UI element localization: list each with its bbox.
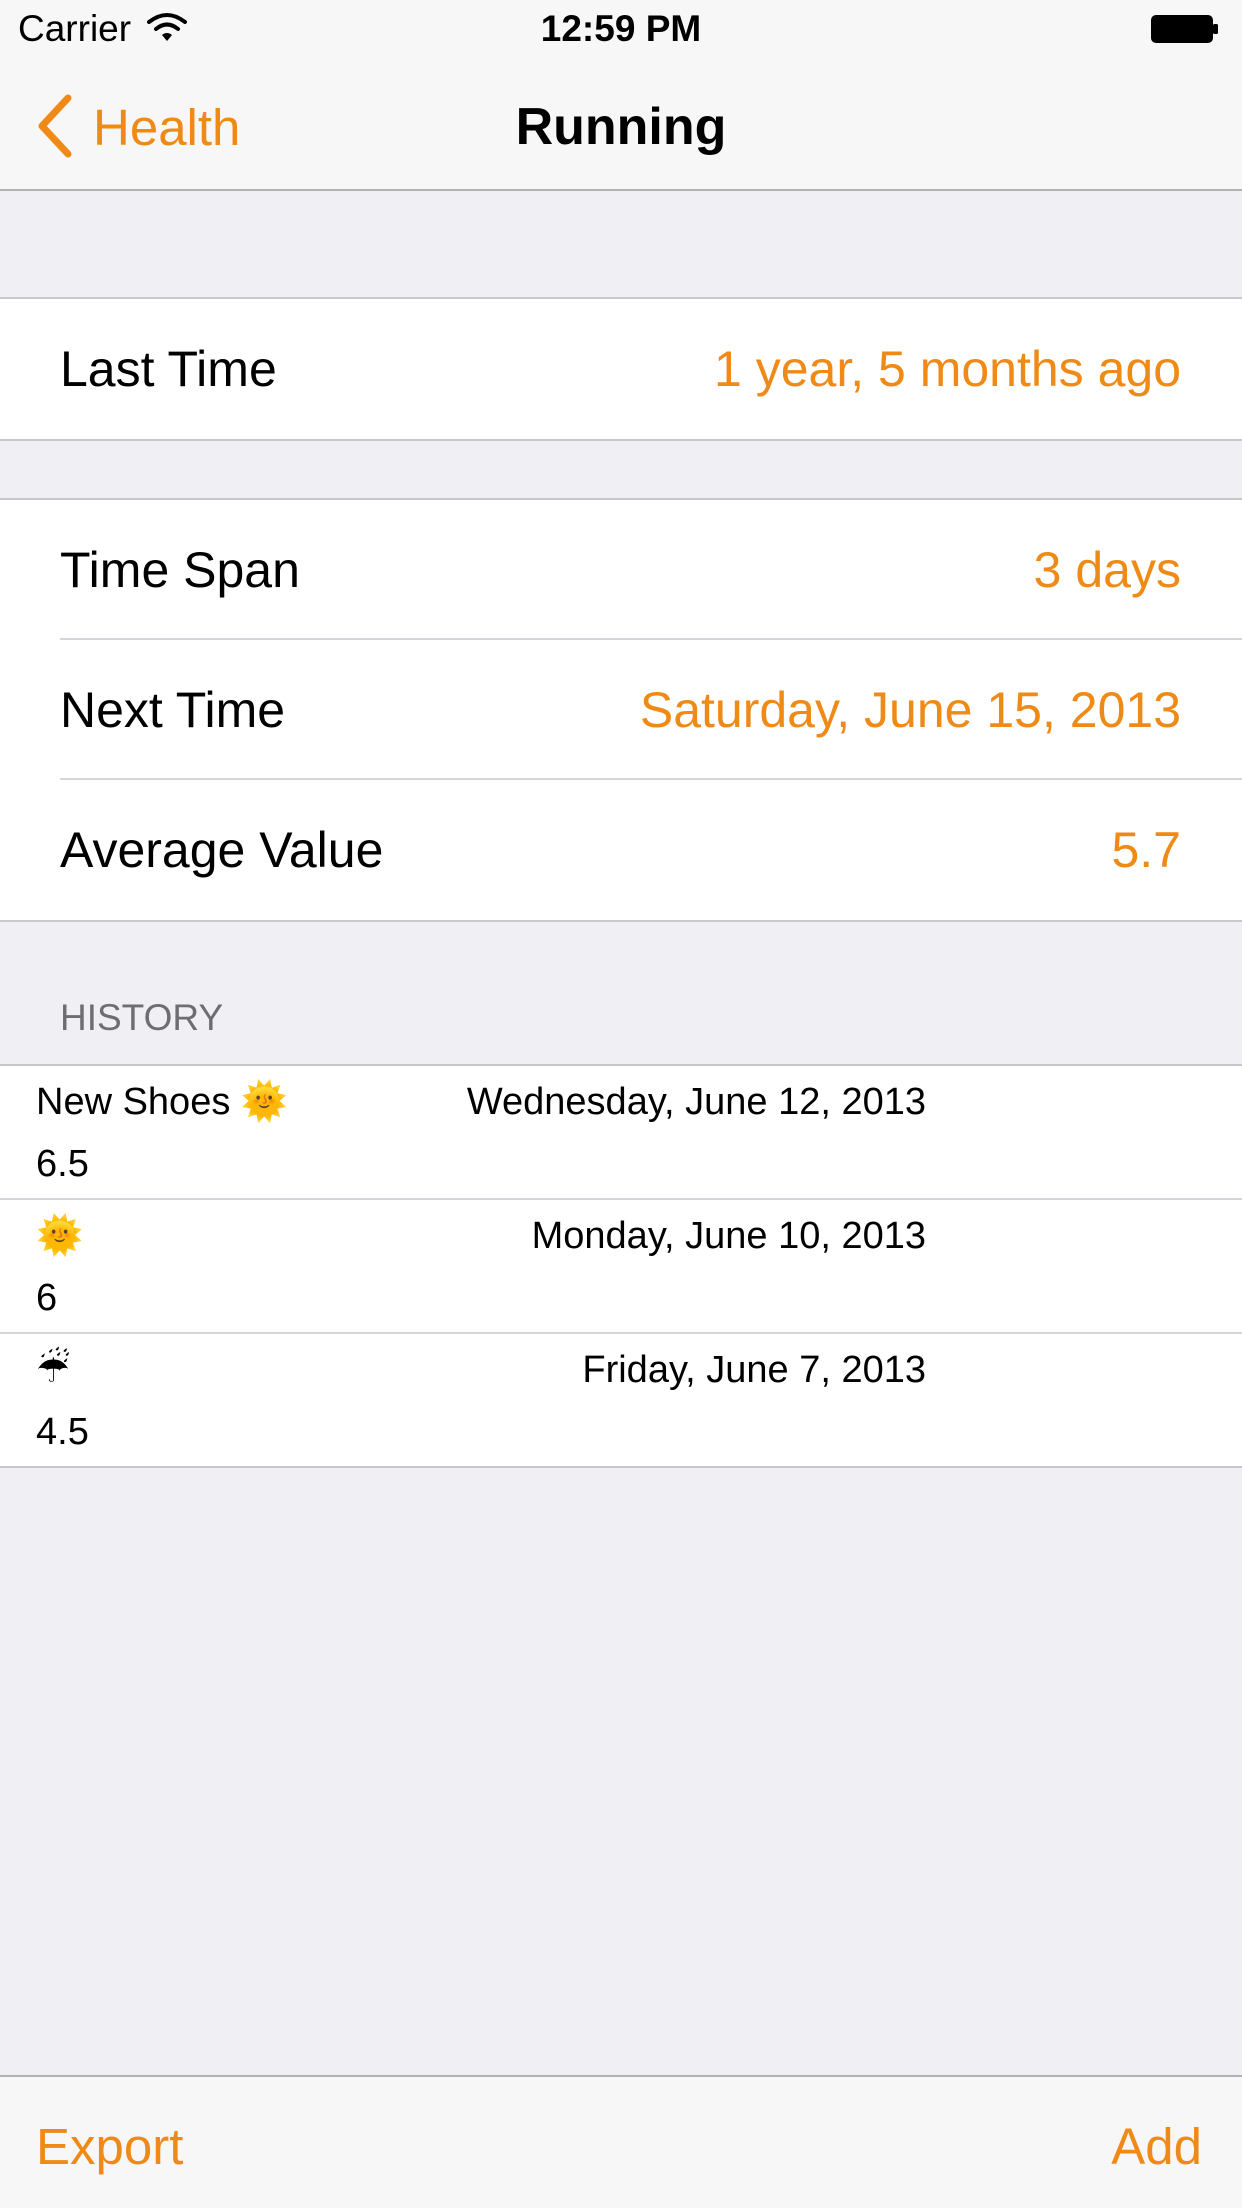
page-title: Running — [515, 98, 727, 156]
time-span-row: Time Span 3 days — [0, 500, 1242, 640]
navigation-bar: Carrier 12:59 PM Health Running — [0, 0, 1242, 191]
average-value-row: Average Value 5.7 — [0, 780, 1242, 920]
history-date: Wednesday, June 12, 2013 — [466, 1081, 926, 1123]
time-span-value: 3 days — [1033, 542, 1181, 598]
history-date: Friday, June 7, 2013 — [582, 1349, 926, 1391]
history-note: 🌞 — [36, 1215, 84, 1257]
history-list: New Shoes 🌞 Wednesday, June 12, 2013 6.5… — [0, 1064, 1242, 1468]
history-value: 6 — [36, 1277, 58, 1319]
history-note: New Shoes 🌞 — [36, 1081, 289, 1123]
next-time-label: Next Time — [60, 682, 286, 738]
history-note: ☔ — [36, 1349, 71, 1391]
average-value-value: 5.7 — [1111, 822, 1181, 878]
status-time: 12:59 PM — [540, 8, 702, 49]
bottom-toolbar: Export Add — [0, 2075, 1242, 2208]
history-row[interactable]: 🌞 Monday, June 10, 2013 6 — [0, 1198, 1242, 1332]
time-span-label: Time Span — [60, 542, 300, 598]
history-row[interactable]: New Shoes 🌞 Wednesday, June 12, 2013 6.5 — [0, 1066, 1242, 1198]
export-button[interactable]: Export — [36, 2117, 183, 2176]
next-time-value: Saturday, June 15, 2013 — [639, 682, 1181, 738]
next-time-row: Next Time Saturday, June 15, 2013 — [0, 640, 1242, 780]
battery-icon — [1151, 15, 1218, 43]
last-time-label: Last Time — [60, 341, 277, 397]
last-time-group: Last Time 1 year, 5 months ago — [0, 297, 1242, 441]
history-date: Monday, June 10, 2013 — [531, 1215, 926, 1257]
history-header: HISTORY — [60, 997, 224, 1038]
last-time-row: Last Time 1 year, 5 months ago — [0, 299, 1242, 439]
history-value: 4.5 — [36, 1411, 89, 1453]
history-row[interactable]: ☔ Friday, June 7, 2013 4.5 — [0, 1332, 1242, 1466]
average-value-label: Average Value — [60, 822, 384, 878]
add-button[interactable]: Add — [1111, 2117, 1202, 2176]
history-value: 6.5 — [36, 1143, 89, 1185]
last-time-value: 1 year, 5 months ago — [714, 341, 1181, 397]
stats-group: Time Span 3 days Next Time Saturday, Jun… — [0, 498, 1242, 922]
